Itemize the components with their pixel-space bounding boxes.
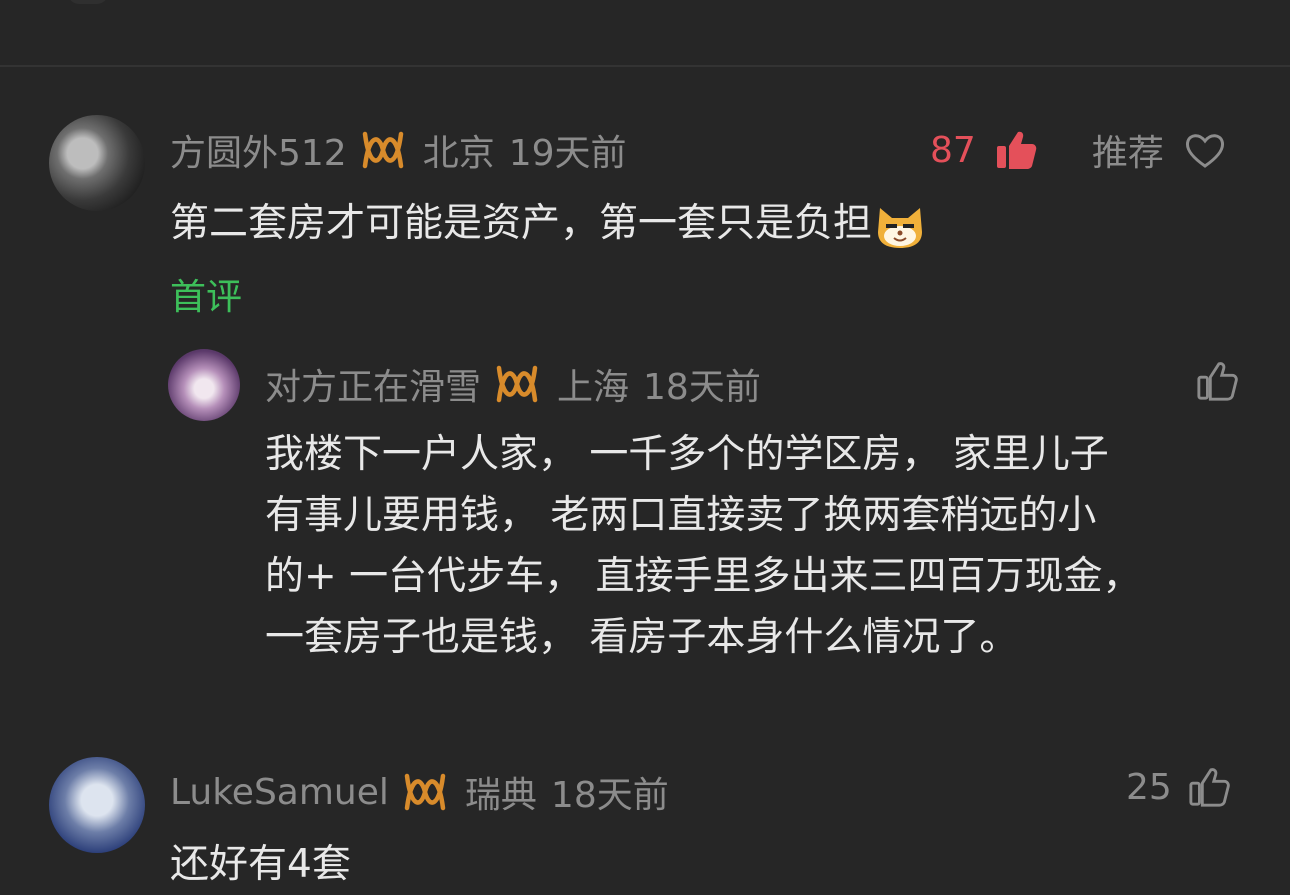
previous-item-stub (68, 0, 108, 4)
timestamp: 19天前 (508, 133, 627, 174)
like-count: 87 (930, 129, 976, 171)
location: 瑞典 (464, 775, 537, 816)
like-count: 25 (1126, 766, 1172, 808)
avatar[interactable] (49, 757, 145, 853)
timestamp: 18天前 (643, 367, 761, 408)
first-comment-badge: 首评 (170, 277, 243, 318)
username[interactable]: 方圆外512 (170, 124, 347, 176)
timestamp: 18天前 (550, 775, 669, 816)
vip-badge-icon (404, 773, 446, 811)
cat-emoji-icon (878, 207, 923, 248)
recommend-label[interactable]: 推荐 (1092, 124, 1164, 176)
location: 北京 (422, 133, 495, 174)
comment-text: 第二套房才可能是资产，第一套只是负担 (170, 193, 926, 254)
location: 上海 (557, 367, 630, 408)
thumbs-up-outline-icon[interactable] (1196, 360, 1238, 402)
comment-meta: 方圆外512 北京 19天前 (170, 124, 641, 176)
avatar[interactable] (168, 349, 240, 421)
comment-actions: 87 推荐 (930, 124, 1226, 176)
thumbs-up-filled-icon[interactable] (994, 128, 1038, 172)
avatar[interactable] (49, 115, 145, 211)
vip-badge-icon (496, 365, 538, 403)
username[interactable]: 对方正在滑雪 (265, 358, 481, 410)
comment-meta: LukeSamuel 瑞典 18天前 (170, 766, 683, 818)
comment-text: 还好有4套 (170, 842, 351, 887)
thumbs-up-outline-icon[interactable] (1188, 766, 1230, 808)
heart-outline-icon[interactable] (1184, 131, 1226, 169)
vip-badge-icon (362, 131, 403, 169)
comment-actions: 25 (1126, 766, 1230, 808)
divider (0, 65, 1290, 67)
reply-meta: 对方正在滑雪 上海 18天前 (265, 358, 775, 410)
username[interactable]: LukeSamuel (170, 772, 389, 813)
reply-text: 我楼下一户人家， 一千多个的学区房， 家里儿子 有事儿要用钱， 老两口直接卖了换… (265, 432, 1142, 660)
